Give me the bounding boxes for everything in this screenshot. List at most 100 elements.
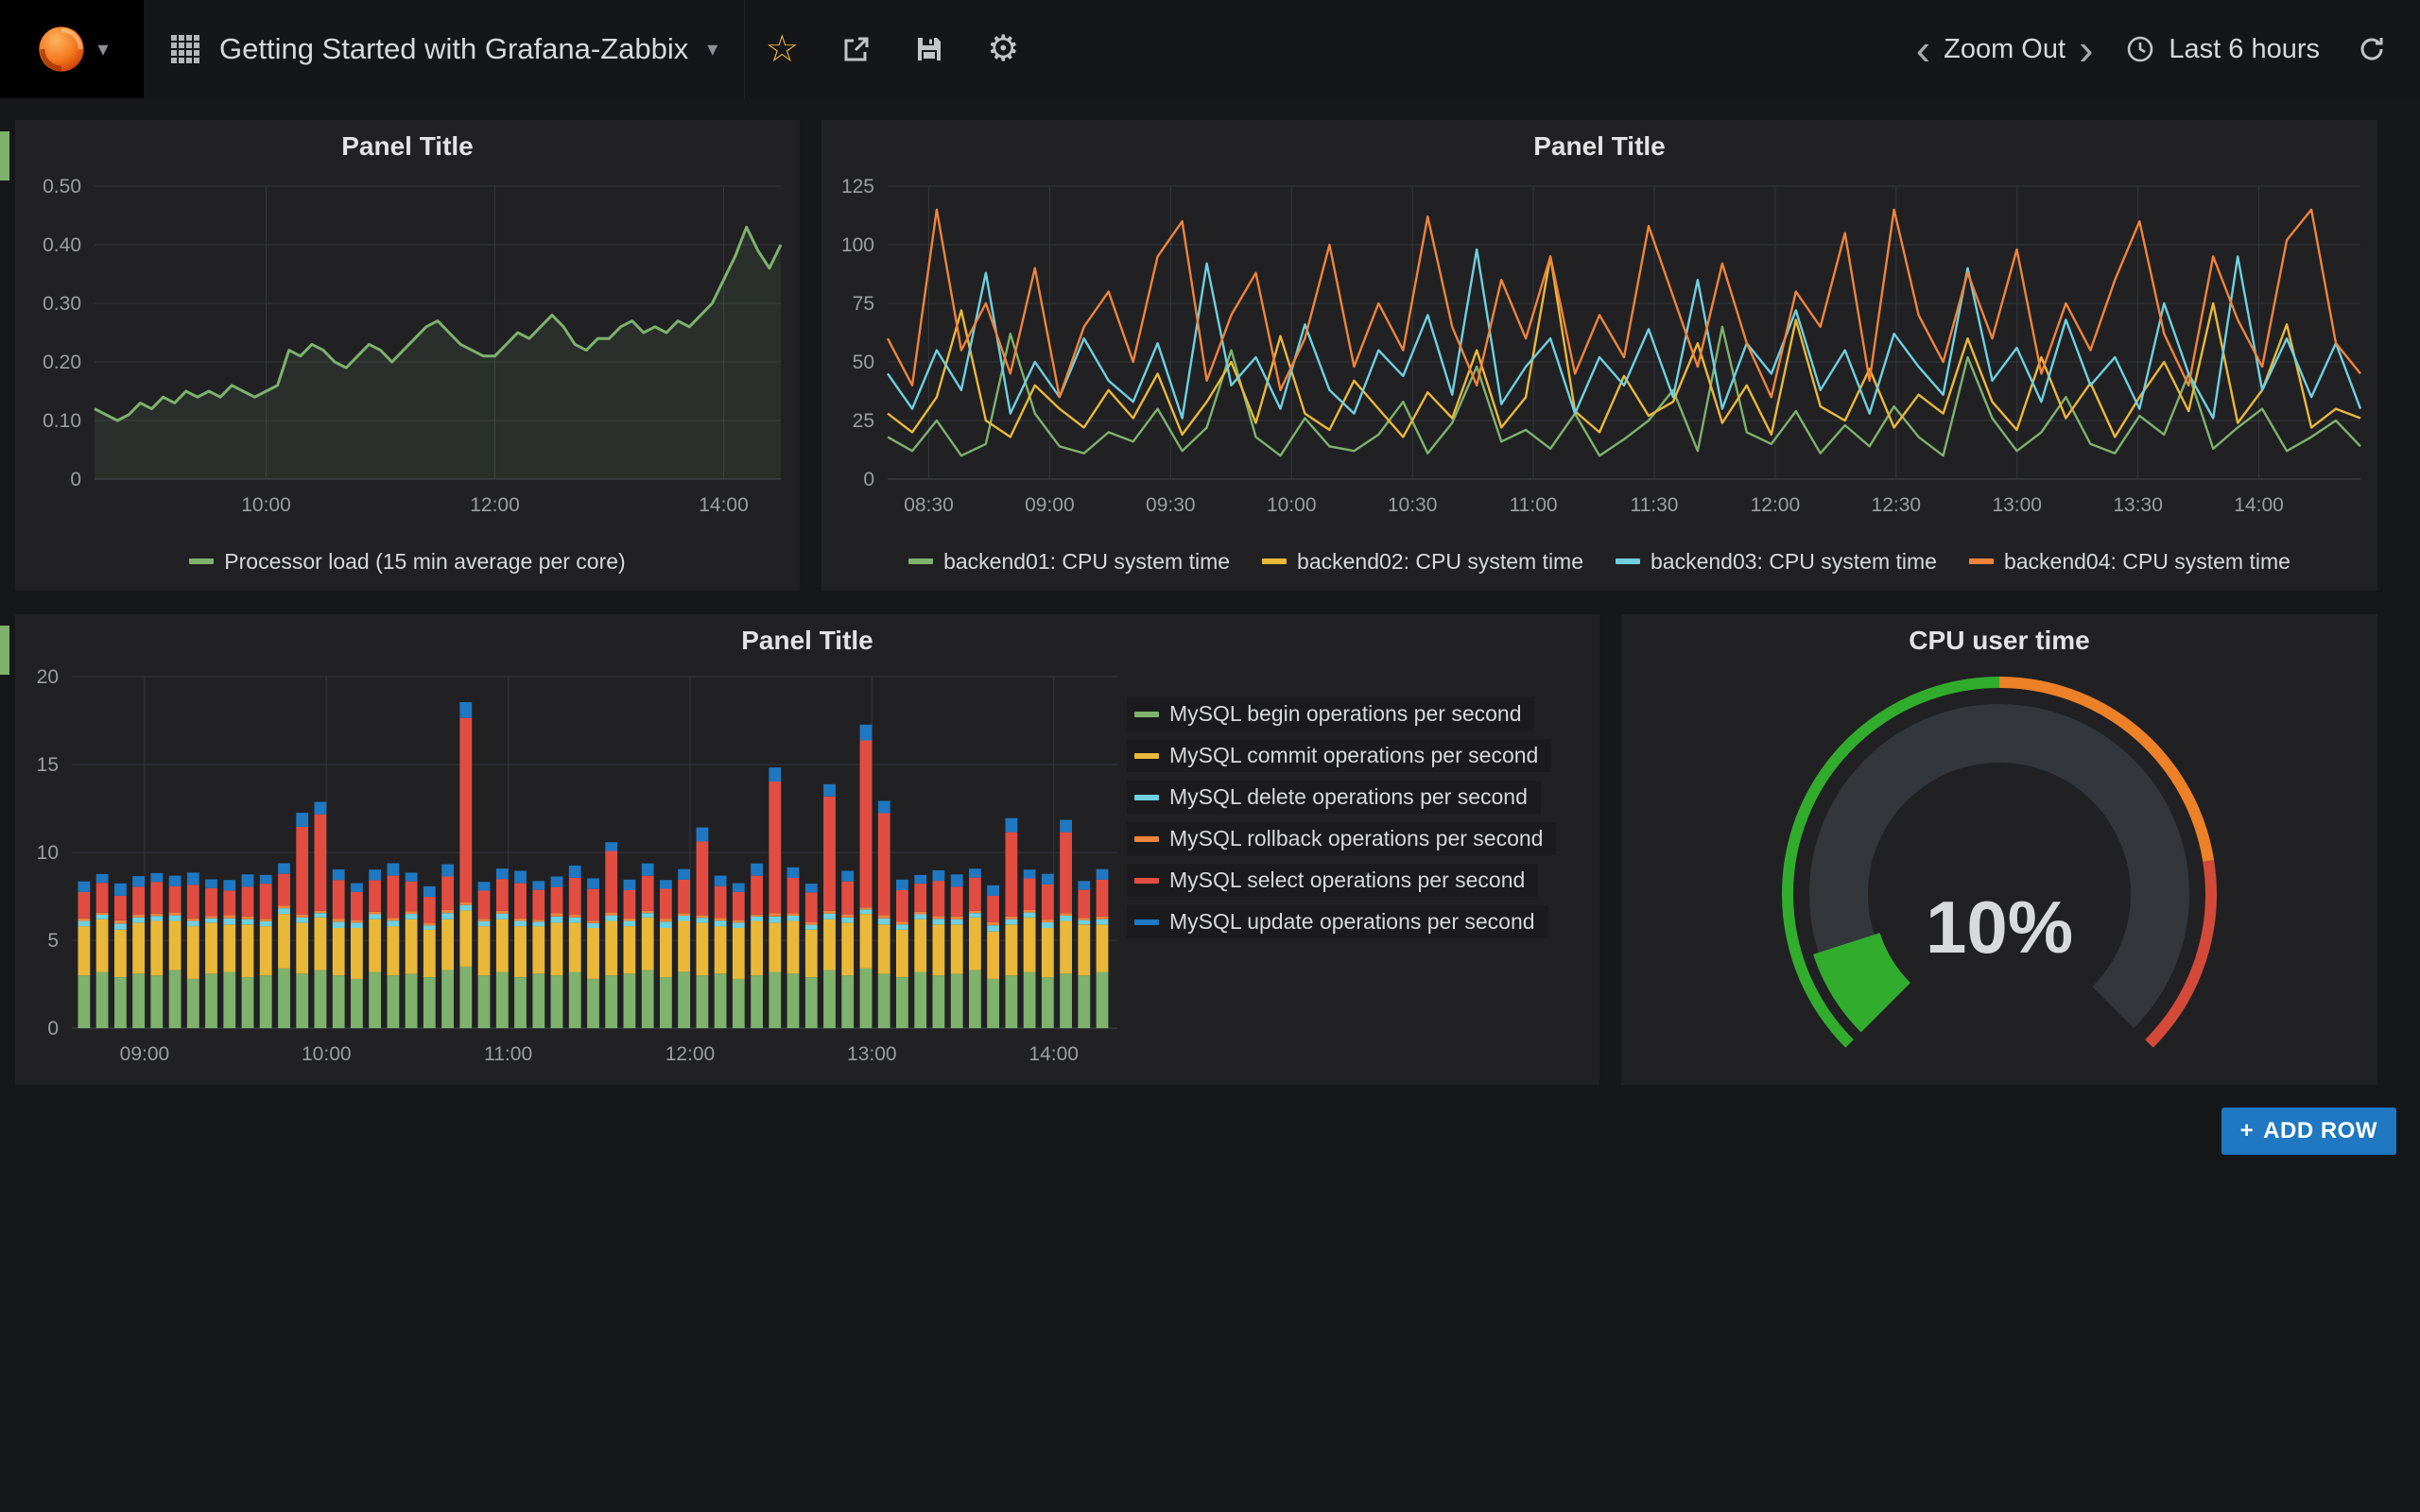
legend-item[interactable]: MySQL commit operations per second (1127, 739, 1551, 772)
svg-text:25: 25 (853, 410, 874, 432)
bar-segment (951, 919, 963, 925)
bar-segment (424, 897, 436, 923)
legend-item[interactable]: MySQL select operations per second (1127, 864, 1538, 897)
bar-segment (242, 924, 254, 977)
share-dashboard-button[interactable] (819, 0, 892, 98)
legend-item[interactable]: Processor load (15 min average per core) (189, 549, 625, 575)
bar-segment (78, 926, 91, 975)
bar-segment (733, 928, 745, 979)
bar-segment (805, 977, 818, 1028)
row-menu-tab[interactable] (0, 131, 9, 180)
time-range-picker-button[interactable]: Last 6 hours (2106, 0, 2339, 98)
svg-text:09:30: 09:30 (1146, 494, 1196, 516)
legend-series-color-icon (1134, 919, 1159, 925)
graph-legend: Processor load (15 min average per core) (15, 538, 800, 585)
bar-segment (1078, 920, 1090, 925)
bar-segment (1078, 890, 1090, 919)
bar-segment (1078, 975, 1090, 1028)
save-dashboard-button[interactable] (892, 0, 966, 98)
bar-segment (514, 919, 527, 921)
mysql-operations-graph[interactable]: 0510152009:0010:0011:0012:0013:0014:00 (15, 667, 1131, 1077)
bar-segment (933, 870, 945, 881)
shift-time-back-button[interactable]: ‹ (1903, 27, 1944, 71)
processor-load-graph[interactable]: 00.100.200.300.400.5010:0012:0014:00 (15, 173, 800, 530)
bar-segment (1097, 880, 1109, 917)
legend-item[interactable]: backend04: CPU system time (1969, 549, 2290, 575)
bar-segment (733, 922, 745, 928)
bar-segment (278, 874, 290, 906)
bar-segment (260, 884, 272, 919)
grafana-menu-button[interactable]: ▾ (0, 0, 144, 98)
legend-item[interactable]: MySQL rollback operations per second (1127, 822, 1556, 855)
row-menu-tab[interactable] (0, 626, 9, 675)
cpu-user-time-gauge[interactable]: 10% (1621, 667, 2377, 1081)
graph-legend: MySQL begin operations per second MySQL c… (1127, 697, 1571, 938)
bar-segment (459, 718, 472, 902)
bar-segment (1024, 910, 1036, 913)
bar-segment (1024, 879, 1036, 911)
bar-segment (569, 878, 581, 915)
bar-segment (1006, 975, 1018, 1028)
bar-segment (260, 926, 272, 975)
legend-series-label: backend03: CPU system time (1651, 549, 1937, 575)
bar-segment (333, 919, 345, 921)
legend-item[interactable]: backend03: CPU system time (1616, 549, 1937, 575)
panel-title[interactable]: Panel Title (821, 120, 2377, 173)
bar-segment (132, 918, 145, 923)
bar-segment (551, 877, 563, 887)
zoom-out-button[interactable]: Zoom Out (1944, 34, 2066, 65)
svg-text:0: 0 (47, 1018, 59, 1040)
bar-segment (878, 915, 890, 918)
shift-time-forward-button[interactable]: › (2066, 27, 2106, 71)
legend-item[interactable]: MySQL delete operations per second (1127, 781, 1541, 814)
legend-item[interactable]: MySQL begin operations per second (1127, 697, 1534, 730)
bar-segment (1060, 820, 1072, 833)
bar-segment (169, 886, 182, 913)
bar-segment (205, 919, 217, 923)
svg-text:50: 50 (853, 352, 874, 373)
panel-title[interactable]: CPU user time (1621, 614, 2377, 667)
navbar: ▾ Getting Started with Grafana-Zabbix ▾ … (0, 0, 2420, 99)
bar-segment (587, 889, 599, 921)
bar-segment (242, 917, 254, 919)
legend-item[interactable]: MySQL update operations per second (1127, 905, 1548, 938)
bar-segment (914, 875, 926, 884)
settings-button[interactable]: ⚙ (966, 0, 1040, 98)
bar-segment (823, 797, 836, 911)
bar-segment (751, 915, 763, 917)
bar-segment (678, 880, 690, 913)
dashboard-title-button[interactable]: Getting Started with Grafana-Zabbix ▾ (144, 0, 745, 98)
bar-segment (914, 884, 926, 912)
plus-icon: + (2240, 1118, 2255, 1144)
legend-item[interactable]: backend02: CPU system time (1262, 549, 1583, 575)
legend-item[interactable]: backend01: CPU system time (908, 549, 1230, 575)
cpu-system-time-graph[interactable]: 025507510012508:3009:0009:3010:0010:3011… (821, 173, 2377, 530)
bar-segment (187, 919, 199, 921)
bar-segment (841, 975, 854, 1028)
panel-title[interactable]: Panel Title (15, 614, 1599, 667)
svg-text:11:00: 11:00 (484, 1043, 532, 1065)
bar-segment (114, 896, 127, 920)
bar-segment (150, 882, 163, 914)
bar-segment (569, 972, 581, 1029)
chevron-down-icon: ▾ (97, 39, 108, 60)
grafana-logo-icon (35, 23, 88, 76)
bar-segment (624, 921, 636, 927)
bar-segment (406, 882, 418, 912)
panel-title[interactable]: Panel Title (15, 120, 800, 173)
bar-segment (278, 914, 290, 969)
bar-segment (587, 879, 599, 889)
refresh-button[interactable] (2339, 0, 2405, 98)
bar-segment (478, 926, 491, 975)
add-row-button[interactable]: + ADD ROW (2221, 1108, 2396, 1155)
bar-segment (242, 977, 254, 1028)
clock-icon (2125, 34, 2155, 64)
star-dashboard-button[interactable]: ☆ (745, 0, 819, 98)
grafana-app: ▾ Getting Started with Grafana-Zabbix ▾ … (0, 0, 2420, 1512)
svg-text:20: 20 (37, 667, 59, 688)
bar-segment (132, 876, 145, 886)
bar-segment (751, 921, 763, 976)
bar-segment (878, 814, 890, 916)
bar-segment (551, 887, 563, 914)
legend-series-label: MySQL begin operations per second (1169, 701, 1521, 727)
